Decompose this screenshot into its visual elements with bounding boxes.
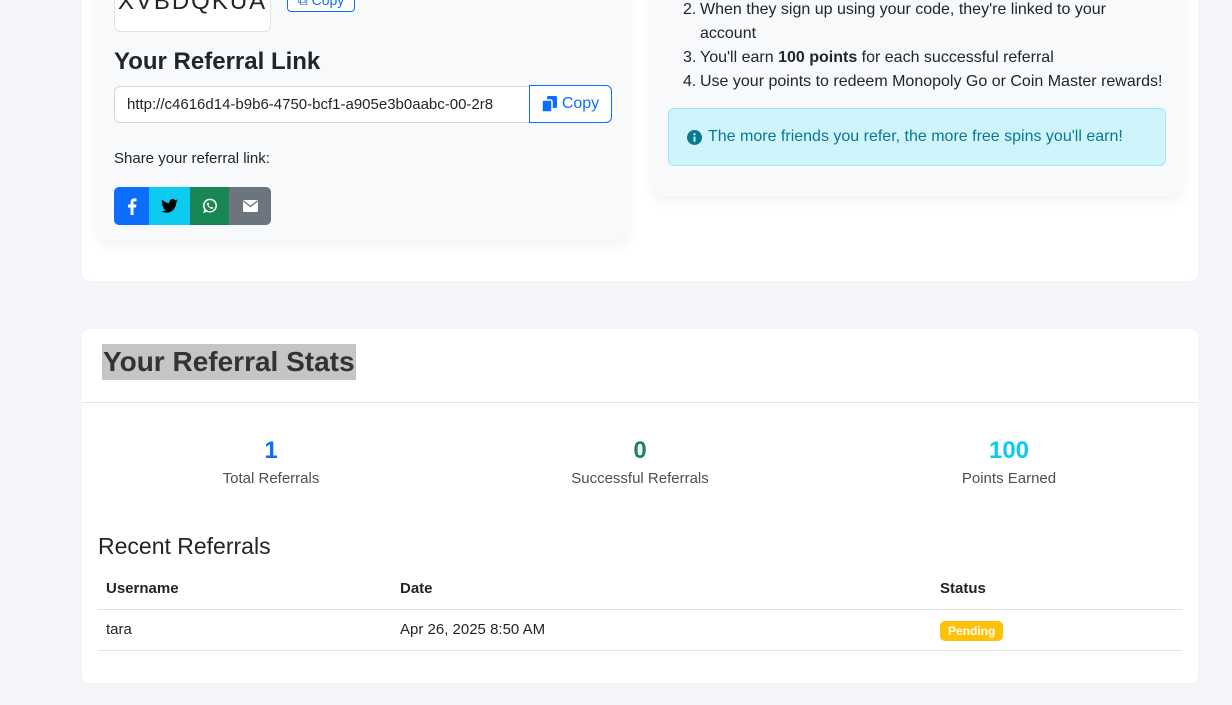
step-item: 4. Use your points to redeem Monopoly Go… xyxy=(683,73,1163,90)
step-item: 3. You'll earn 100 points for each succe… xyxy=(683,49,1054,66)
info-alert-text: The more friends you refer, the more fre… xyxy=(708,128,1123,145)
referral-link-input[interactable]: http://c4616d14-b9b6-4750-bcf1-a905e3b0a… xyxy=(114,86,530,123)
copy-link-button[interactable]: Copy xyxy=(529,85,612,123)
copy-icon xyxy=(541,96,557,112)
how-it-works-steps: 2. When they sign up using your code, th… xyxy=(683,0,1170,94)
column-header-username: Username xyxy=(106,580,179,597)
table-row-divider xyxy=(98,650,1182,651)
cell-username: tara xyxy=(106,621,132,638)
step-item: 2. When they sign up using your code, th… xyxy=(683,1,1106,42)
share-facebook-button[interactable] xyxy=(114,187,149,225)
column-header-status: Status xyxy=(940,580,986,597)
stat-total-referrals: 1 Total Referrals xyxy=(222,437,320,487)
whatsapp-icon xyxy=(202,198,217,213)
share-twitter-button[interactable] xyxy=(149,187,190,225)
status-badge: Pending xyxy=(940,621,1004,641)
envelope-icon xyxy=(242,200,258,212)
table-header-divider xyxy=(98,609,1182,610)
referral-link-title: Your Referral Link xyxy=(114,48,321,75)
stats-card xyxy=(82,329,1198,683)
share-whatsapp-button[interactable] xyxy=(190,187,229,225)
twitter-icon xyxy=(161,199,178,213)
copy-link-label: Copy xyxy=(561,95,600,112)
info-circle-icon xyxy=(687,129,702,145)
divider xyxy=(82,402,1198,403)
copy-icon: ⧉ xyxy=(297,0,308,8)
facebook-icon xyxy=(127,197,136,215)
stat-points-earned: 100 Points Earned xyxy=(961,437,1057,487)
column-header-date: Date xyxy=(400,580,433,597)
share-buttons xyxy=(114,187,271,225)
info-alert: The more friends you refer, the more fre… xyxy=(668,108,1166,166)
copy-code-button[interactable]: ⧉ Copy xyxy=(287,0,355,12)
share-label: Share your referral link: xyxy=(114,150,270,167)
referral-code-display: XVBDQKUA xyxy=(114,0,271,32)
recent-referrals-title: Recent Referrals xyxy=(98,533,271,559)
stat-successful-referrals: 0 Successful Referrals xyxy=(571,437,709,487)
share-email-button[interactable] xyxy=(229,187,271,225)
cell-date: Apr 26, 2025 8:50 AM xyxy=(400,621,546,638)
stats-title: Your Referral Stats xyxy=(102,344,356,380)
